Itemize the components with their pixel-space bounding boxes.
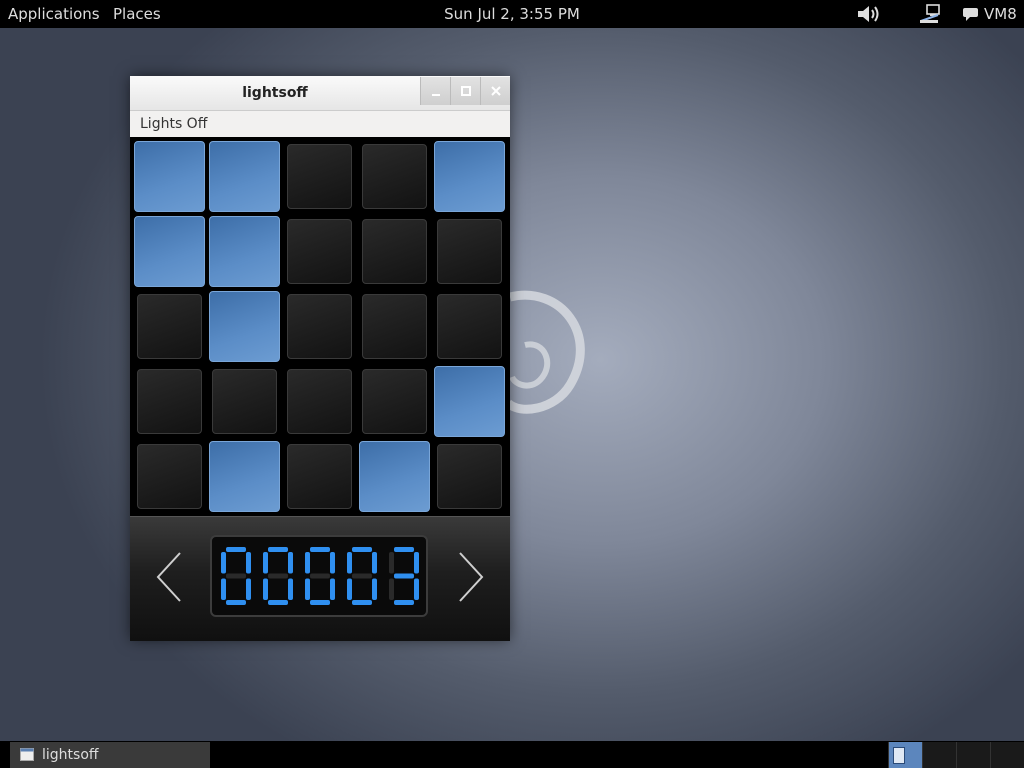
- lightsoff-window: lightsoff Lights Off: [130, 76, 510, 641]
- light-r3-c3[interactable]: [287, 294, 352, 359]
- segment-f: [347, 552, 352, 574]
- segment-g: [394, 573, 414, 579]
- light-r1-c2[interactable]: [209, 141, 280, 212]
- light-r1-c4[interactable]: [362, 144, 427, 209]
- chat-icon[interactable]: [960, 0, 982, 28]
- maximize-button[interactable]: [450, 77, 480, 105]
- light-r1-c1[interactable]: [134, 141, 205, 212]
- light-r4-c4[interactable]: [362, 369, 427, 434]
- window-icon: [20, 748, 34, 761]
- segment-a: [268, 547, 288, 552]
- segment-e: [389, 578, 394, 600]
- light-r3-c5[interactable]: [437, 294, 502, 359]
- bottom-panel: lightsoff: [0, 741, 1024, 768]
- volume-icon[interactable]: [854, 0, 884, 28]
- light-r5-c5[interactable]: [437, 444, 502, 509]
- light-r5-c2[interactable]: [209, 441, 280, 512]
- window-title: lightsoff: [242, 85, 308, 101]
- maximize-icon: [460, 86, 471, 96]
- chevron-left-icon[interactable]: [150, 547, 190, 607]
- segment-a: [352, 547, 372, 552]
- light-r1-c3[interactable]: [287, 144, 352, 209]
- digit-3: [305, 547, 335, 605]
- workspace-window-thumb: [893, 747, 905, 764]
- segment-c: [246, 578, 251, 600]
- taskbar-item-lightsoff[interactable]: lightsoff: [10, 742, 210, 768]
- workspace-1[interactable]: [888, 742, 922, 768]
- segment-c: [288, 578, 293, 600]
- level-bar: [130, 516, 510, 641]
- segment-f: [389, 552, 394, 574]
- network-icon[interactable]: [916, 0, 944, 28]
- workspace-4[interactable]: [990, 742, 1024, 768]
- light-r2-c1[interactable]: [134, 216, 205, 287]
- segment-d: [310, 600, 330, 605]
- level-digits: [221, 547, 419, 605]
- minimize-button[interactable]: [420, 77, 450, 105]
- segment-d: [394, 600, 414, 605]
- digit-2: [263, 547, 293, 605]
- digit-1: [221, 547, 251, 605]
- level-display: [210, 535, 428, 617]
- segment-d: [268, 600, 288, 605]
- segment-b: [288, 552, 293, 574]
- light-r4-c2[interactable]: [212, 369, 277, 434]
- game-board: [130, 137, 510, 516]
- light-r3-c2[interactable]: [209, 291, 280, 362]
- taskbar-item-label: lightsoff: [42, 747, 99, 763]
- light-r3-c4[interactable]: [362, 294, 427, 359]
- segment-e: [347, 578, 352, 600]
- workspace-2[interactable]: [922, 742, 956, 768]
- menubar: Lights Off: [130, 111, 510, 137]
- light-r2-c2[interactable]: [209, 216, 280, 287]
- window-titlebar[interactable]: lightsoff: [130, 76, 510, 111]
- light-r5-c4[interactable]: [359, 441, 430, 512]
- light-r2-c5[interactable]: [437, 219, 502, 284]
- segment-e: [263, 578, 268, 600]
- segment-c: [372, 578, 377, 600]
- user-menu[interactable]: VM8: [984, 0, 1017, 28]
- chevron-right-icon[interactable]: [450, 547, 490, 607]
- segment-g: [226, 573, 246, 579]
- segment-d: [352, 600, 372, 605]
- segment-f: [305, 552, 310, 574]
- segment-b: [246, 552, 251, 574]
- light-r5-c1[interactable]: [137, 444, 202, 509]
- light-r5-c3[interactable]: [287, 444, 352, 509]
- segment-f: [221, 552, 226, 574]
- segment-g: [352, 573, 372, 579]
- light-r1-c5[interactable]: [434, 141, 505, 212]
- clock[interactable]: Sun Jul 2, 3:55 PM: [444, 5, 580, 23]
- segment-b: [372, 552, 377, 574]
- digit-4: [347, 547, 377, 605]
- light-r2-c4[interactable]: [362, 219, 427, 284]
- light-r4-c3[interactable]: [287, 369, 352, 434]
- segment-c: [330, 578, 335, 600]
- workspace-3[interactable]: [956, 742, 990, 768]
- segment-b: [330, 552, 335, 574]
- light-r3-c1[interactable]: [137, 294, 202, 359]
- segment-f: [263, 552, 268, 574]
- segment-d: [226, 600, 246, 605]
- segment-e: [305, 578, 310, 600]
- top-panel: Applications Places Sun Jul 2, 3:55 PM V…: [0, 0, 1024, 28]
- minimize-icon: [431, 94, 440, 96]
- segment-e: [221, 578, 226, 600]
- segment-a: [310, 547, 330, 552]
- segment-g: [310, 573, 330, 579]
- segment-b: [414, 552, 419, 574]
- segment-a: [226, 547, 246, 552]
- light-r4-c5[interactable]: [434, 366, 505, 437]
- segment-a: [394, 547, 414, 552]
- segment-g: [268, 573, 288, 579]
- digit-5: [389, 547, 419, 605]
- light-r2-c3[interactable]: [287, 219, 352, 284]
- close-icon: [490, 86, 501, 96]
- light-r4-c1[interactable]: [137, 369, 202, 434]
- close-button[interactable]: [480, 77, 510, 105]
- lights-off-menu[interactable]: Lights Off: [140, 116, 207, 132]
- segment-c: [414, 578, 419, 600]
